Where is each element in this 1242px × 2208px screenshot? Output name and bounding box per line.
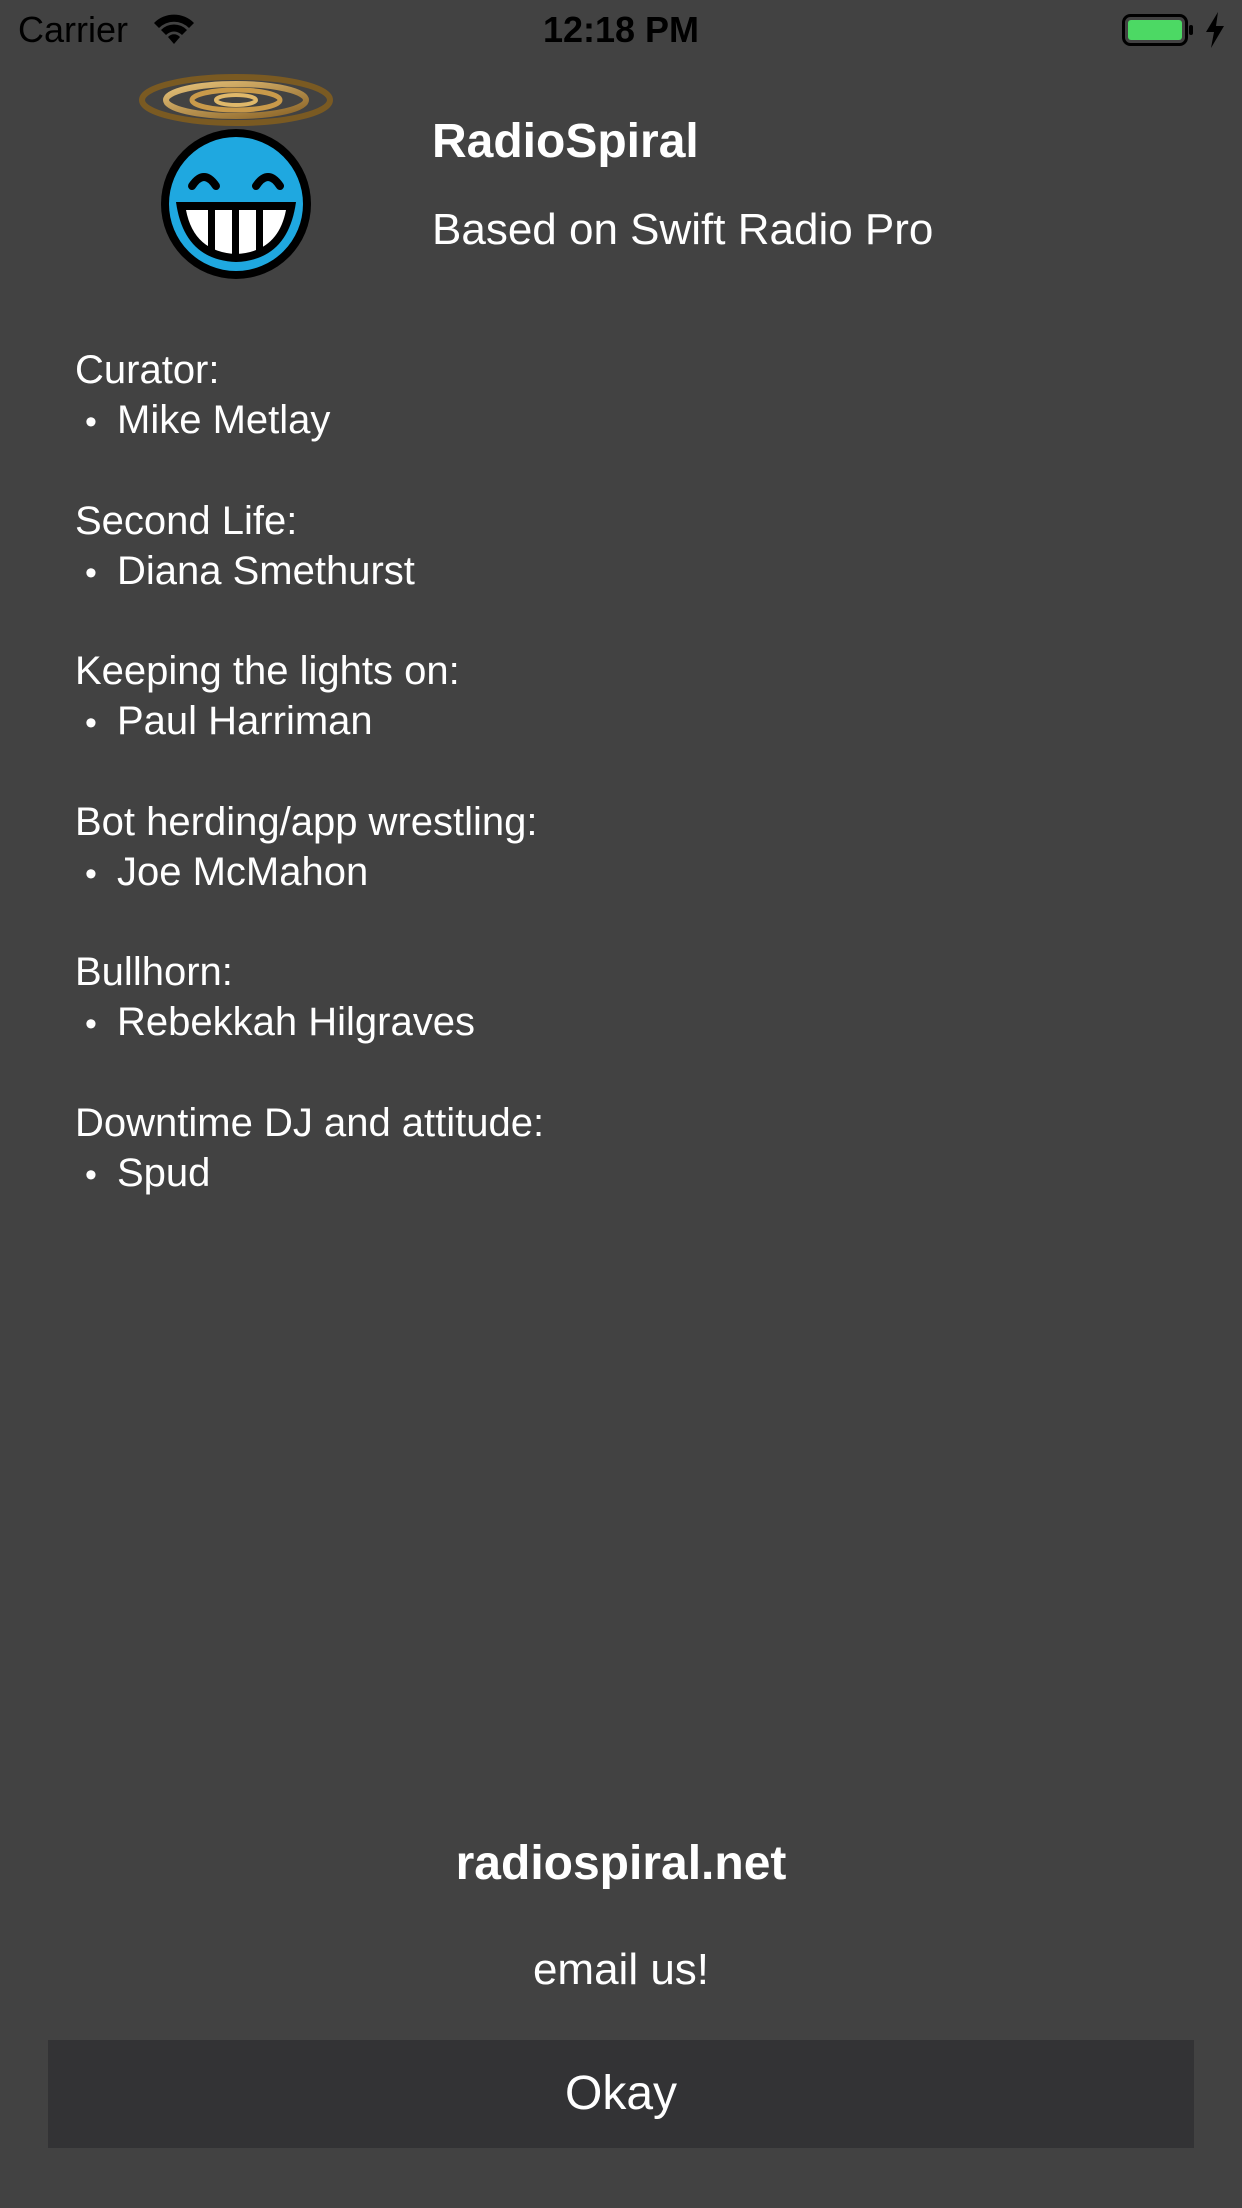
- credit-name-text: Spud: [117, 1150, 211, 1195]
- status-time: 12:18 PM: [542, 9, 700, 50]
- credit-group: Bot herding/app wrestling: • Joe McMahon: [75, 797, 1175, 948]
- credit-name-text: Paul Harriman: [117, 699, 373, 743]
- bullet-icon: •: [85, 1155, 97, 1194]
- bullet-icon: •: [85, 704, 97, 742]
- charging-bolt-icon: [1206, 12, 1224, 48]
- credit-group: Keeping the lights on: • Paul Harriman: [75, 646, 1175, 797]
- credit-name: • Spud: [75, 1148, 1175, 1198]
- credit-name-text: Diana Smethurst: [117, 548, 415, 593]
- app-title: RadioSpiral: [432, 115, 699, 168]
- credit-name: • Joe McMahon: [75, 847, 1175, 897]
- credit-role: Second Life:: [75, 498, 298, 543]
- credit-group: Second Life: • Diana Smethurst: [75, 496, 1175, 647]
- battery-icon: [1122, 14, 1193, 46]
- credit-group: Curator: • Mike Metlay: [75, 345, 1175, 496]
- credit-role: Curator:: [75, 348, 220, 392]
- credit-group: Downtime DJ and attitude: • Spud: [75, 1098, 1175, 1249]
- credit-role: Downtime DJ and attitude:: [75, 1100, 545, 1145]
- credit-name: • Mike Metlay: [75, 395, 1175, 445]
- credit-group: Bullhorn: • Rebekkah Hilgraves: [75, 947, 1175, 1098]
- bullet-icon: •: [85, 553, 97, 592]
- credit-role: Bullhorn:: [75, 950, 233, 994]
- website-link[interactable]: radiospiral.net: [0, 1834, 1242, 1894]
- credit-name: • Rebekkah Hilgraves: [75, 997, 1175, 1047]
- credits-list: Curator: • Mike Metlay Second Life: • Dian…: [75, 345, 1175, 1248]
- status-bar: Carrier 12:18 PM: [0, 0, 1242, 60]
- credit-name-text: Rebekkah Hilgraves: [117, 1000, 475, 1044]
- bullet-icon: •: [85, 854, 97, 893]
- app-subtitle: Based on Swift Radio Pro: [432, 205, 934, 254]
- credit-name: • Paul Harriman: [75, 696, 1175, 746]
- email-link[interactable]: email us!: [0, 1942, 1242, 1998]
- bullet-icon: •: [85, 403, 97, 441]
- credit-name-text: Mike Metlay: [117, 398, 331, 442]
- okay-button[interactable]: Okay: [48, 2040, 1194, 2148]
- credit-role: Keeping the lights on:: [75, 649, 460, 693]
- radiospiral-logo-icon: [139, 74, 333, 279]
- bullet-icon: •: [85, 1005, 97, 1043]
- credit-name: • Diana Smethurst: [75, 546, 1175, 596]
- credit-name-text: Joe McMahon: [117, 849, 369, 894]
- credit-role: Bot herding/app wrestling:: [75, 799, 538, 844]
